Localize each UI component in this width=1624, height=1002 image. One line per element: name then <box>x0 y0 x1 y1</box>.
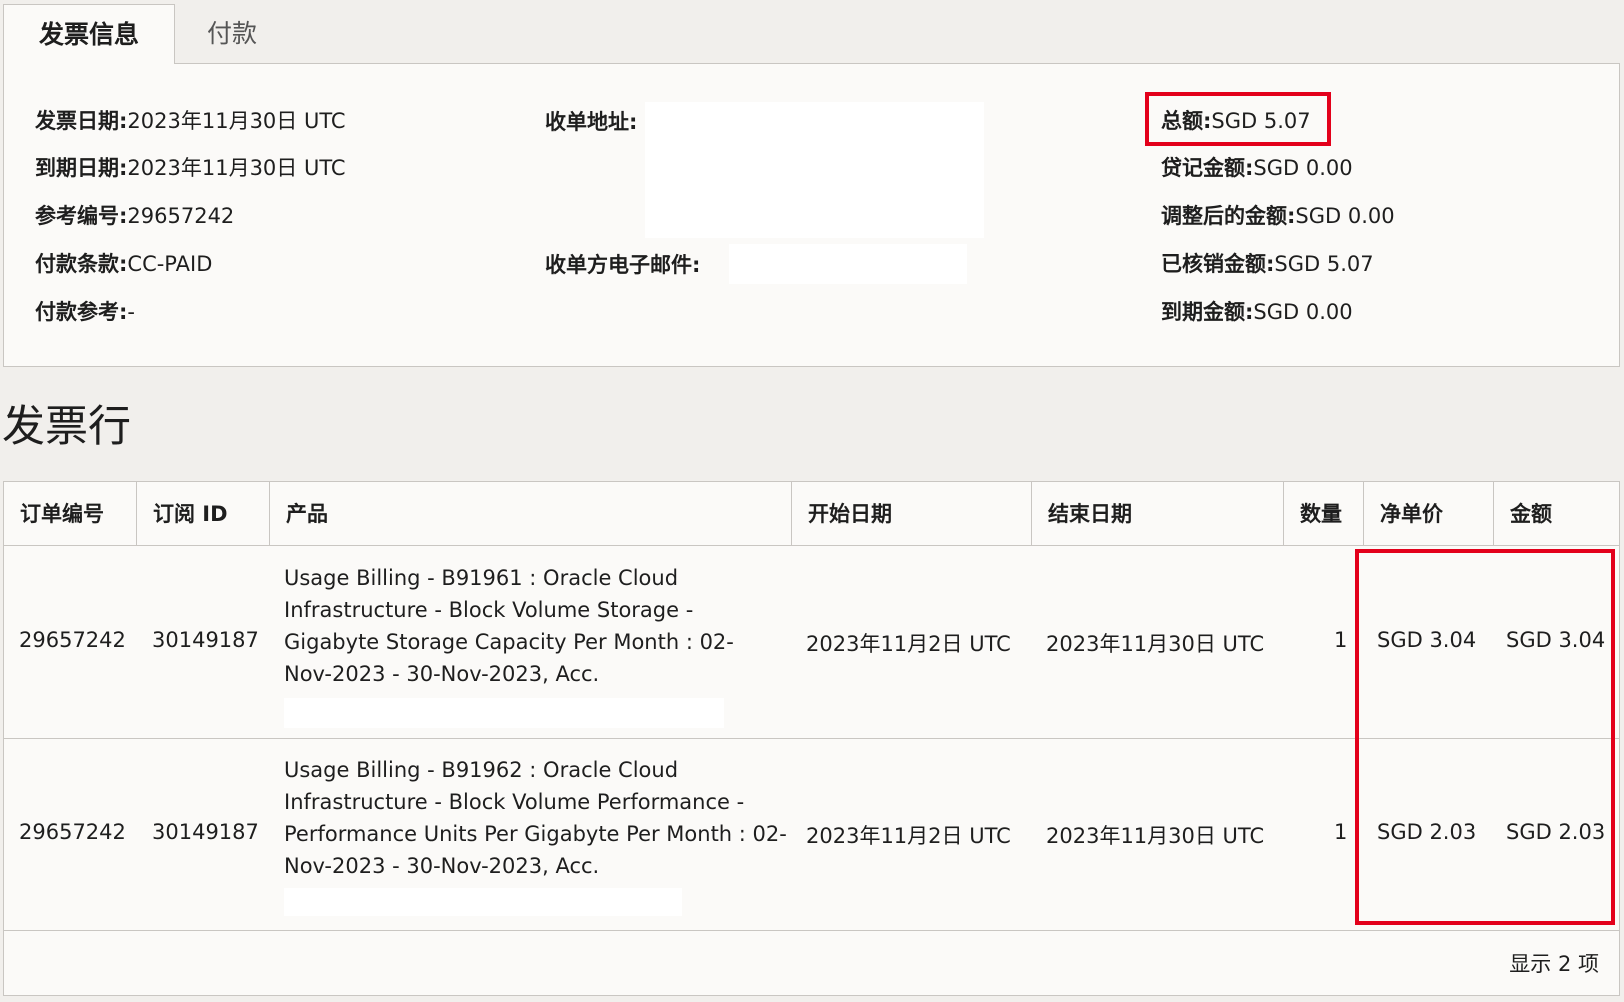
reference-number-field: 参考编号:29657242 <box>35 200 234 230</box>
row-subscription-id: 30149187 <box>152 820 259 844</box>
row-start-date: 2023年11月2日 UTC <box>806 632 1011 656</box>
tab-payments[interactable]: 付款 <box>176 4 288 64</box>
price-highlight-box <box>1355 549 1615 925</box>
amount-due-label: 到期金额: <box>1161 300 1254 324</box>
row-subscription-id: 30149187 <box>152 628 259 652</box>
payment-terms-field: 付款条款:CC-PAID <box>35 248 212 278</box>
total-label: 总额: <box>1161 109 1212 133</box>
billing-address-redaction <box>645 102 984 238</box>
row-start-date: 2023年11月2日 UTC <box>806 824 1011 848</box>
column-header-start-date[interactable]: 开始日期 <box>792 482 1032 546</box>
invoice-lines-title: 发票行 <box>2 402 131 452</box>
column-header-net-unit-price[interactable]: 净单价 <box>1364 482 1494 546</box>
invoice-info-panel: 发票日期:2023年11月30日 UTC 到期日期:2023年11月30日 UT… <box>3 63 1620 367</box>
applied-amount-field: 已核销金额:SGD 5.07 <box>1161 248 1374 278</box>
column-header-quantity[interactable]: 数量 <box>1284 482 1364 546</box>
tab-invoice-info[interactable]: 发票信息 <box>3 4 175 64</box>
column-header-order-number[interactable]: 订单编号 <box>4 482 137 546</box>
amount-due-value: SGD 0.00 <box>1253 300 1353 324</box>
billing-email-redaction <box>729 244 967 284</box>
reference-number-value: 29657242 <box>127 204 235 228</box>
billing-address-label: 收单地址: <box>545 110 638 134</box>
billing-email-label: 收单方电子邮件: <box>545 253 701 277</box>
product-redaction <box>284 888 682 916</box>
row-quantity: 1 <box>1334 820 1348 844</box>
invoice-date-label: 发票日期: <box>35 109 128 133</box>
applied-amount-label: 已核销金额: <box>1161 252 1275 276</box>
due-date-field: 到期日期:2023年11月30日 UTC <box>35 152 346 182</box>
credit-amount-value: SGD 0.00 <box>1253 156 1353 180</box>
applied-amount-value: SGD 5.07 <box>1274 252 1374 276</box>
payment-reference-value: - <box>127 300 135 324</box>
due-date-value: 2023年11月30日 UTC <box>127 156 346 180</box>
payment-reference-field: 付款参考:- <box>35 296 135 326</box>
column-header-product[interactable]: 产品 <box>270 482 792 546</box>
invoice-date-field: 发票日期:2023年11月30日 UTC <box>35 105 346 135</box>
payment-terms-label: 付款条款: <box>35 252 128 276</box>
row-quantity: 1 <box>1334 628 1348 652</box>
row-order-number: 29657242 <box>19 820 126 844</box>
payment-reference-label: 付款参考: <box>35 300 128 324</box>
adjusted-amount-field: 调整后的金额:SGD 0.00 <box>1161 200 1395 230</box>
column-header-amount[interactable]: 金额 <box>1494 482 1619 546</box>
row-divider <box>4 930 1619 931</box>
tab-bar: 发票信息 付款 <box>0 0 1624 64</box>
column-header-end-date[interactable]: 结束日期 <box>1032 482 1284 546</box>
due-date-label: 到期日期: <box>35 156 128 180</box>
row-product: Usage Billing - B91962 : Oracle Cloud In… <box>284 758 787 878</box>
credit-amount-label: 贷记金额: <box>1161 156 1254 180</box>
credit-amount-field: 贷记金额:SGD 0.00 <box>1161 152 1353 182</box>
reference-number-label: 参考编号: <box>35 204 128 228</box>
column-header-subscription-id[interactable]: 订阅 ID <box>137 482 270 546</box>
total-value: SGD 5.07 <box>1211 109 1311 133</box>
product-redaction <box>284 698 724 728</box>
row-count-label: 显示 2 项 <box>1509 952 1599 976</box>
total-field: 总额:SGD 5.07 <box>1161 105 1311 135</box>
row-end-date: 2023年11月30日 UTC <box>1046 824 1265 848</box>
adjusted-amount-value: SGD 0.00 <box>1295 204 1395 228</box>
row-order-number: 29657242 <box>19 628 126 652</box>
adjusted-amount-label: 调整后的金额: <box>1161 204 1296 228</box>
invoice-date-value: 2023年11月30日 UTC <box>127 109 346 133</box>
row-product: Usage Billing - B91961 : Oracle Cloud In… <box>284 566 734 686</box>
payment-terms-value: CC-PAID <box>127 252 213 276</box>
amount-due-field: 到期金额:SGD 0.00 <box>1161 296 1353 326</box>
row-end-date: 2023年11月30日 UTC <box>1046 632 1265 656</box>
